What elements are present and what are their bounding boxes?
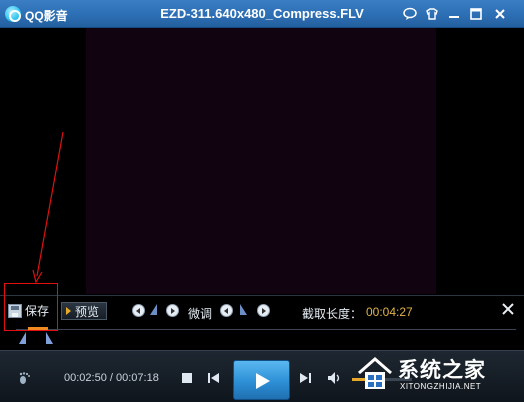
fine-tune-label: 微调	[188, 307, 213, 321]
watermark-site: XITONGZHIJIA.NET	[400, 382, 482, 391]
end-marker-right-button[interactable]	[257, 304, 270, 317]
timeline-selection	[28, 327, 48, 330]
end-handle[interactable]	[46, 332, 53, 344]
preview-label: 预览	[75, 304, 100, 319]
maximize-icon[interactable]	[468, 6, 484, 22]
end-marker-left-button[interactable]	[220, 304, 233, 317]
next-button[interactable]	[298, 371, 312, 385]
footprint-icon[interactable]	[18, 371, 32, 385]
start-marker-icon	[150, 304, 157, 315]
previous-button[interactable]	[207, 371, 221, 385]
play-button[interactable]	[233, 360, 290, 400]
clip-length-value: 00:04:27	[366, 305, 413, 319]
skin-icon[interactable]	[424, 6, 440, 22]
preview-button[interactable]: 预览	[61, 302, 107, 320]
chat-icon[interactable]	[402, 6, 418, 22]
house-logo-icon	[358, 357, 392, 389]
current-time: 00:02:50	[64, 372, 107, 384]
timeline-track	[16, 329, 516, 330]
start-handle[interactable]	[19, 332, 26, 344]
play-icon	[66, 307, 71, 315]
title-bar: QQ影音 EZD-311.640x480_Compress.FLV	[0, 0, 524, 28]
site-watermark: 系统之家 XITONGZHIJIA.NET	[350, 352, 520, 398]
clip-toolbar: 保存 预览 微调 截取长度： 00:04:27	[0, 295, 524, 324]
video-area[interactable]	[0, 28, 524, 294]
clip-length-label: 截取长度：	[302, 307, 363, 321]
end-marker-icon	[240, 304, 247, 315]
start-marker-right-button[interactable]	[166, 304, 179, 317]
total-time: 00:07:18	[116, 372, 159, 384]
close-clip-icon[interactable]	[502, 303, 514, 315]
watermark-brand: 系统之家	[398, 358, 486, 382]
video-frame	[86, 28, 436, 294]
close-icon[interactable]	[492, 6, 508, 22]
time-display: 00:02:50 / 00:07:18	[64, 372, 159, 384]
volume-icon[interactable]	[327, 371, 343, 385]
stop-button[interactable]	[182, 373, 192, 383]
start-marker-left-button[interactable]	[132, 304, 145, 317]
clip-timeline[interactable]	[0, 324, 524, 350]
minimize-icon[interactable]	[446, 6, 462, 22]
time-separator: /	[106, 372, 116, 384]
